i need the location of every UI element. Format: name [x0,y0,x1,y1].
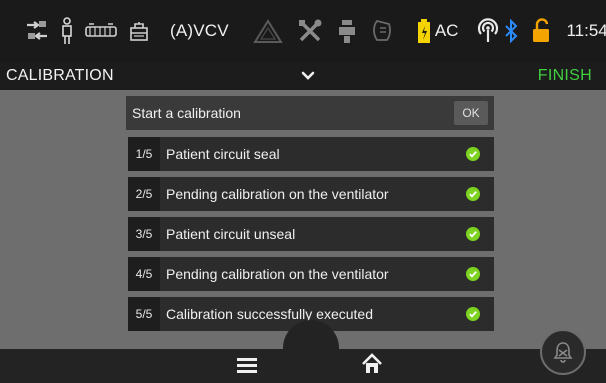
tools-icon [297,18,323,44]
step-number: 4/5 [128,257,160,291]
circuit-icon [84,21,118,41]
step-label: Pending calibration on the ventilator [166,186,389,202]
step-label: Patient circuit unseal [166,226,296,242]
page-title: CALIBRATION [6,67,114,84]
alarm-silence-icon [553,342,573,363]
alarm-triangle-icon [253,18,283,44]
power-source-label: AC [434,21,459,40]
finish-button[interactable]: FINISH [538,67,592,85]
step-label: Patient circuit seal [166,146,280,162]
check-circle-icon [466,267,480,281]
patient-icon [60,17,74,45]
calibration-step: 3/5 Patient circuit unseal [128,217,494,251]
step-number: 5/5 [128,297,160,331]
home-icon[interactable] [360,352,384,376]
check-circle-icon [466,147,480,161]
bluetooth-icon [504,19,518,43]
start-calibration-label: Start a calibration [132,105,241,121]
mask-icon [371,18,393,44]
step-number: 2/5 [128,177,160,211]
step-label: Calibration successfully executed [166,306,373,322]
step-number: 3/5 [128,217,160,251]
alarm-silence-button[interactable] [540,329,586,375]
calibration-step: 1/5 Patient circuit seal [128,137,494,171]
check-circle-icon [466,227,480,241]
check-circle-icon [466,307,480,321]
calibration-step: 2/5 Pending calibration on the ventilato… [128,177,494,211]
ok-button[interactable]: OK [454,101,488,125]
start-calibration-row: Start a calibration OK [126,96,494,130]
battery-icon [417,18,431,44]
bottom-bar [0,349,606,383]
humidifier-icon [128,19,150,43]
calibration-area: Start a calibration OK 1/5 Patient circu… [0,90,606,349]
lock-icon [532,18,550,44]
filter-icon [337,18,357,44]
wireless-icon [476,18,500,44]
title-bar: CALIBRATION FINISH [0,62,606,90]
clock: 11:54 [566,21,606,40]
ventilation-flow-icon [24,18,50,44]
calibration-step: 4/5 Pending calibration on the ventilato… [128,257,494,291]
step-number: 1/5 [128,137,160,171]
ventilator-screen: (A)VCV AC 11:54 CALIBRATION FINISH Start… [0,0,606,383]
status-bar: (A)VCV AC 11:54 [0,0,606,62]
chevron-down-icon[interactable] [300,68,316,84]
menu-icon[interactable] [236,355,258,375]
ventilation-mode: (A)VCV [170,21,229,40]
step-label: Pending calibration on the ventilator [166,266,389,282]
check-circle-icon [466,187,480,201]
